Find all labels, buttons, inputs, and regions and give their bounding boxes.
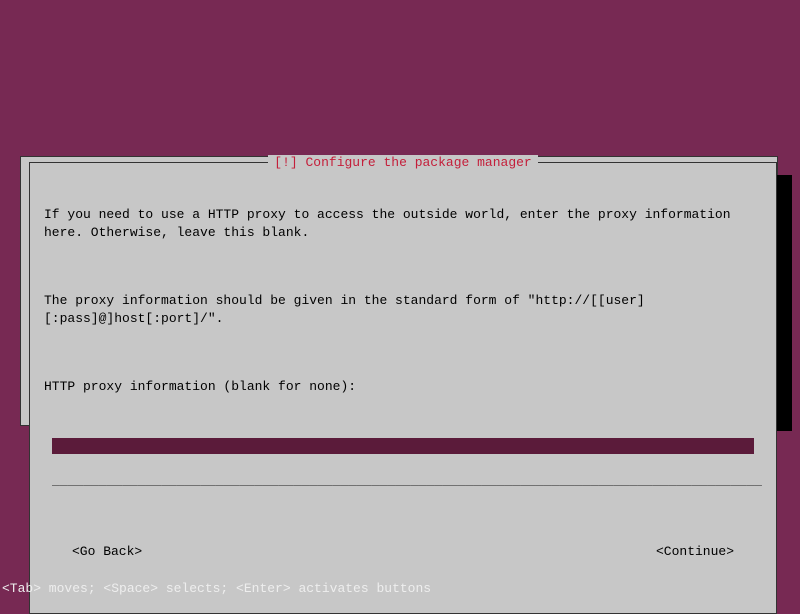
configure-package-manager-dialog: [!] Configure the package manager If you… — [29, 162, 777, 614]
alert-marker: [!] — [274, 155, 297, 170]
input-underline: ________________________________________… — [52, 472, 762, 490]
proxy-input[interactable] — [52, 438, 754, 454]
instruction-text-1: If you need to use a HTTP proxy to acces… — [44, 206, 762, 241]
proxy-prompt-label: HTTP proxy information (blank for none): — [44, 378, 762, 396]
dialog-title: Configure the package manager — [305, 155, 531, 170]
continue-button[interactable]: <Continue> — [656, 543, 734, 561]
help-bar: <Tab> moves; <Space> selects; <Enter> ac… — [2, 581, 431, 596]
go-back-button[interactable]: <Go Back> — [72, 543, 142, 561]
instruction-text-2: The proxy information should be given in… — [44, 292, 762, 327]
